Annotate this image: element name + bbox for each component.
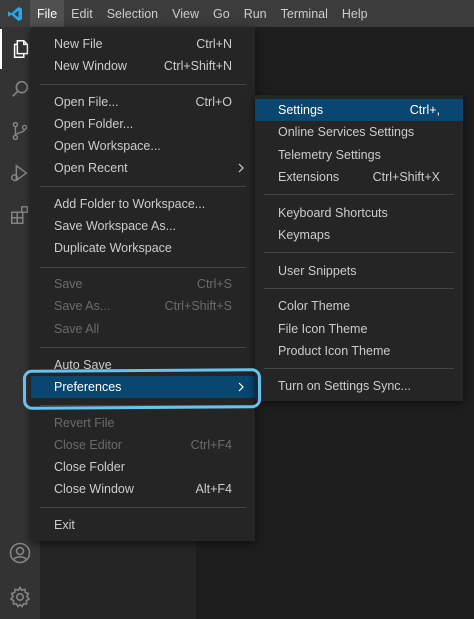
menu-item-file-icon-theme[interactable]: File Icon Theme: [255, 318, 463, 340]
menu-item-open-folder[interactable]: Open Folder...: [31, 113, 255, 135]
preferences-highlight-annotation: [22, 368, 262, 410]
menu-item-label: Online Services Settings: [278, 125, 415, 139]
menu-item-shortcut: Alt+F4: [195, 482, 232, 496]
menu-item-label: Keymaps: [278, 228, 331, 242]
menu-item-label: Open Recent: [54, 161, 128, 175]
menu-item-save-all[interactable]: Save All: [31, 318, 255, 340]
file-menu: New File Ctrl+N New Window Ctrl+Shift+N …: [31, 27, 255, 541]
menu-item-turn-on-settings-sync[interactable]: Turn on Settings Sync...: [255, 375, 463, 397]
menu-item-keymaps[interactable]: Keymaps: [255, 224, 463, 246]
menu-item-open-workspace[interactable]: Open Workspace...: [31, 135, 255, 157]
menu-item-label: Save Workspace As...: [54, 219, 177, 233]
menu-item-label: Save: [54, 277, 83, 291]
menu-separator: [40, 186, 246, 187]
menu-item-open-file[interactable]: Open File... Ctrl+O: [31, 91, 255, 113]
menu-item-label: Exit: [54, 518, 75, 532]
menu-item-shortcut: Ctrl+O: [195, 95, 232, 109]
menu-item-revert-file[interactable]: Revert File: [31, 412, 255, 434]
menu-item-label: Open File...: [54, 95, 119, 109]
menu-item-label: Open Folder...: [54, 117, 134, 131]
menu-item-shortcut: Ctrl+Shift+S: [164, 299, 232, 313]
menu-item-new-file[interactable]: New File Ctrl+N: [31, 33, 255, 55]
menu-item-label: Save All: [54, 322, 100, 336]
menu-file[interactable]: File: [30, 0, 65, 27]
menu-item-close-editor[interactable]: Close Editor Ctrl+F4: [31, 434, 255, 456]
menu-separator: [40, 267, 246, 268]
menu-item-shortcut: Ctrl+Shift+N: [163, 59, 232, 73]
menu-separator: [264, 288, 454, 289]
menu-item-label: Turn on Settings Sync...: [278, 379, 411, 393]
menu-separator: [264, 368, 454, 369]
menu-view[interactable]: View: [165, 0, 206, 27]
menu-item-product-icon-theme[interactable]: Product Icon Theme: [255, 340, 463, 362]
menu-item-online-services-settings[interactable]: Online Services Settings: [255, 121, 463, 143]
menu-separator: [40, 507, 246, 508]
menu-item-label: Settings: [278, 103, 324, 117]
menu-item-label: New Window: [54, 59, 127, 73]
menu-item-shortcut: Ctrl+,: [409, 103, 440, 117]
menu-item-add-folder-to-workspace[interactable]: Add Folder to Workspace...: [31, 193, 255, 215]
menu-item-new-window[interactable]: New Window Ctrl+Shift+N: [31, 55, 255, 77]
menu-item-label: Product Icon Theme: [278, 344, 391, 358]
menu-item-shortcut: Ctrl+S: [196, 277, 232, 291]
menu-separator: [40, 347, 246, 348]
menu-item-close-folder[interactable]: Close Folder: [31, 456, 255, 478]
menu-item-exit[interactable]: Exit: [31, 514, 255, 536]
menu-item-label: Extensions: [278, 170, 340, 184]
menu-go[interactable]: Go: [206, 0, 237, 27]
menu-item-save[interactable]: Save Ctrl+S: [31, 273, 255, 295]
menu-item-color-theme[interactable]: Color Theme: [255, 295, 463, 317]
menu-item-user-snippets[interactable]: User Snippets: [255, 260, 463, 282]
menu-bar: File Edit Selection View Go Run Terminal…: [0, 0, 474, 27]
menu-item-shortcut: Ctrl+Shift+X: [372, 170, 440, 184]
menu-item-label: New File: [54, 37, 103, 51]
menu-separator: [264, 252, 454, 253]
menu-item-label: File Icon Theme: [278, 322, 368, 336]
preferences-submenu: Settings Ctrl+, Online Services Settings…: [255, 95, 463, 401]
menu-item-label: Close Editor: [54, 438, 123, 452]
menu-item-label: Color Theme: [278, 299, 351, 313]
menu-item-shortcut: Ctrl+F4: [190, 438, 232, 452]
menu-item-close-window[interactable]: Close Window Alt+F4: [31, 478, 255, 500]
menu-item-label: Duplicate Workspace: [54, 241, 172, 255]
menu-edit[interactable]: Edit: [64, 0, 100, 27]
vscode-logo-icon: [0, 0, 30, 27]
menu-item-label: Telemetry Settings: [278, 148, 381, 162]
chevron-right-icon: [237, 157, 245, 179]
menu-item-label: Close Window: [54, 482, 134, 496]
menu-item-telemetry-settings[interactable]: Telemetry Settings: [255, 144, 463, 166]
menu-item-label: Revert File: [54, 416, 115, 430]
menu-separator: [40, 84, 246, 85]
menu-run[interactable]: Run: [237, 0, 274, 27]
menu-help[interactable]: Help: [335, 0, 375, 27]
menu-terminal[interactable]: Terminal: [274, 0, 335, 27]
menu-item-label: Add Folder to Workspace...: [54, 197, 206, 211]
menu-item-label: User Snippets: [278, 264, 357, 278]
menu-item-extensions[interactable]: Extensions Ctrl+Shift+X: [255, 166, 463, 188]
menu-item-label: Open Workspace...: [54, 139, 161, 153]
menu-separator: [264, 194, 454, 195]
menu-item-open-recent[interactable]: Open Recent: [31, 157, 255, 179]
menu-item-save-as[interactable]: Save As... Ctrl+Shift+S: [31, 295, 255, 317]
menu-item-duplicate-workspace[interactable]: Duplicate Workspace: [31, 237, 255, 259]
menu-selection[interactable]: Selection: [100, 0, 165, 27]
menu-item-shortcut: Ctrl+N: [196, 37, 232, 51]
menu-item-label: Save As...: [54, 299, 111, 313]
menu-item-label: Keyboard Shortcuts: [278, 206, 388, 220]
menu-item-settings[interactable]: Settings Ctrl+,: [255, 99, 463, 121]
menu-item-save-workspace-as[interactable]: Save Workspace As...: [31, 215, 255, 237]
manage-gear-icon[interactable]: [0, 577, 40, 617]
menu-item-label: Close Folder: [54, 460, 125, 474]
menu-item-keyboard-shortcuts[interactable]: Keyboard Shortcuts: [255, 202, 463, 224]
